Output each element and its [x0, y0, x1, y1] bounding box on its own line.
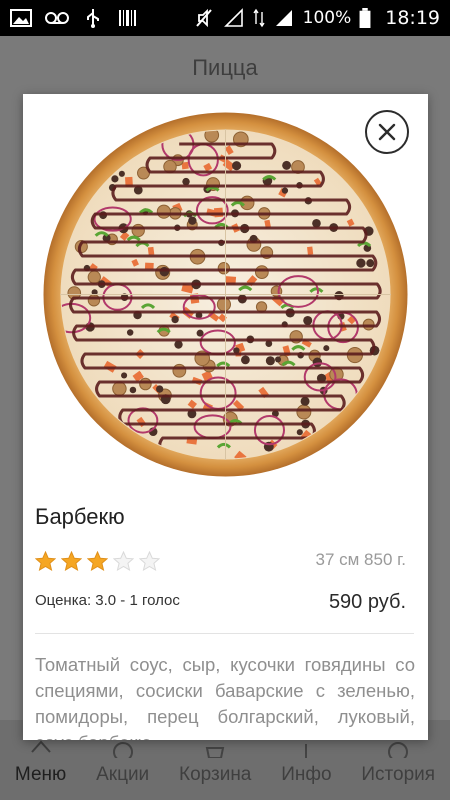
star-filled-icon[interactable] — [35, 551, 56, 572]
star-rating[interactable] — [35, 551, 160, 572]
product-description: Томатный соус, сыр, кусочки говядины со … — [35, 654, 415, 740]
usb-icon — [87, 9, 99, 28]
nav-item-info[interactable]: Инфо — [281, 738, 332, 786]
nav-label: История — [361, 764, 436, 785]
pizza-image — [40, 109, 411, 480]
promo-icon — [112, 742, 133, 758]
app-bar: Пицца — [0, 36, 450, 100]
signal-full-icon — [275, 10, 292, 26]
star-empty-icon[interactable] — [139, 551, 160, 572]
product-dialog: Барбекю 37 см 850 г. Оценка: 3.0 - 1 гол… — [23, 94, 428, 740]
nav-item-cart[interactable]: Корзина — [179, 738, 251, 786]
cart-icon — [205, 747, 225, 758]
barcode-icon — [119, 10, 136, 26]
battery-icon — [359, 8, 371, 28]
price: 590 руб. — [328, 591, 406, 613]
star-filled-icon[interactable] — [87, 551, 108, 572]
nav-item-history[interactable]: История — [361, 738, 435, 786]
nav-item-menu[interactable]: Меню — [15, 738, 66, 786]
rating-text: Оценка: 3.0 - 1 голос — [35, 592, 180, 609]
close-button[interactable] — [365, 110, 409, 154]
clock: 18:19 — [385, 7, 440, 29]
nav-item-promo[interactable]: Акции — [96, 738, 149, 786]
voicemail-icon — [45, 12, 69, 24]
close-icon — [378, 123, 396, 141]
info-icon — [305, 744, 308, 758]
nav-label: Акции — [96, 764, 150, 785]
product-title: Барбекю — [35, 504, 125, 529]
battery-percent: 100% — [302, 8, 352, 28]
mute-icon — [195, 8, 212, 28]
gallery-icon — [10, 9, 32, 27]
signal-empty-icon — [223, 8, 243, 27]
data-arrows-icon — [253, 8, 265, 28]
divider — [35, 633, 414, 634]
size-weight: 37 см 850 г. — [315, 550, 406, 569]
nav-label: Меню — [14, 764, 67, 785]
status-bar: 100% 18:19 — [0, 0, 450, 36]
nav-label: Инфо — [281, 764, 332, 785]
page-title: Пицца — [192, 55, 258, 80]
history-icon — [388, 742, 409, 758]
nav-label: Корзина — [179, 764, 252, 785]
menu-icon — [30, 740, 51, 753]
star-filled-icon[interactable] — [61, 551, 82, 572]
star-empty-icon[interactable] — [113, 551, 134, 572]
